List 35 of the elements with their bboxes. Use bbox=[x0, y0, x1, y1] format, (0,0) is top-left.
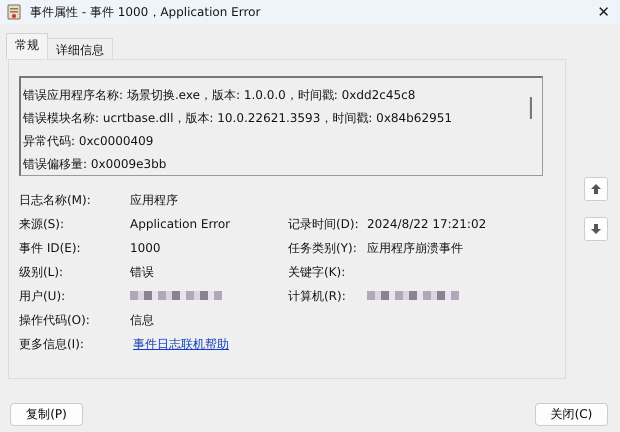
down-arrow-icon bbox=[590, 223, 602, 235]
tab[interactable]: 详细信息 bbox=[47, 38, 113, 59]
previous-event-button[interactable] bbox=[584, 177, 608, 201]
field-value: 信息 bbox=[130, 312, 155, 328]
tab[interactable]: 常规 bbox=[6, 33, 48, 59]
event-log-icon bbox=[6, 4, 22, 20]
description-line: 错误应用程序名称: 场景切换.exe，版本: 1.0.0.0，时间戳: 0xdd2c45c8 bbox=[23, 87, 416, 104]
field-label: 操作代码(O): bbox=[19, 312, 91, 328]
field-value: 错误 bbox=[130, 264, 155, 280]
field-label: 级别(L): bbox=[19, 264, 64, 280]
description-line: 错误偏移量: 0x0009e3bb bbox=[23, 156, 168, 173]
close-button[interactable]: ✕ bbox=[593, 3, 614, 21]
dialog-button[interactable]: 关闭(C) bbox=[535, 403, 608, 426]
field-value: 1000 bbox=[130, 241, 162, 255]
field-label: 记录时间(D): bbox=[288, 216, 360, 232]
field-value: 应用程序崩溃事件 bbox=[367, 240, 464, 256]
field-label: 日志名称(M): bbox=[19, 192, 92, 208]
field-label: 计算机(R): bbox=[288, 288, 347, 304]
field-label: 关键字(K): bbox=[288, 264, 346, 280]
field-label: 任务类别(Y): bbox=[288, 240, 358, 256]
field-value: 应用程序 bbox=[130, 192, 179, 208]
help-link[interactable]: 事件日志联机帮助 bbox=[133, 336, 229, 352]
scrollbar-thumb[interactable] bbox=[529, 97, 532, 119]
description-line: 错误模块名称: ucrtbase.dll，版本: 10.0.22621.3593，时间戳: 0x84b62951 bbox=[23, 110, 453, 127]
window-title: 事件属性 - 事件 1000，Application Error bbox=[30, 4, 262, 20]
field-value: Application Error bbox=[130, 217, 232, 231]
field-value: 2024/8/22 17:21:02 bbox=[367, 217, 488, 231]
description-line: 异常代码: 0xc0000409 bbox=[23, 133, 154, 150]
next-event-button[interactable] bbox=[584, 217, 608, 241]
field-label: 来源(S): bbox=[19, 216, 66, 232]
dialog-button[interactable]: 复制(P) bbox=[10, 403, 83, 426]
field-label: 事件 ID(E): bbox=[19, 240, 82, 256]
up-arrow-icon bbox=[590, 183, 602, 195]
field-label: 更多信息(I): bbox=[19, 336, 85, 352]
field-label: 用户(U): bbox=[19, 288, 66, 304]
